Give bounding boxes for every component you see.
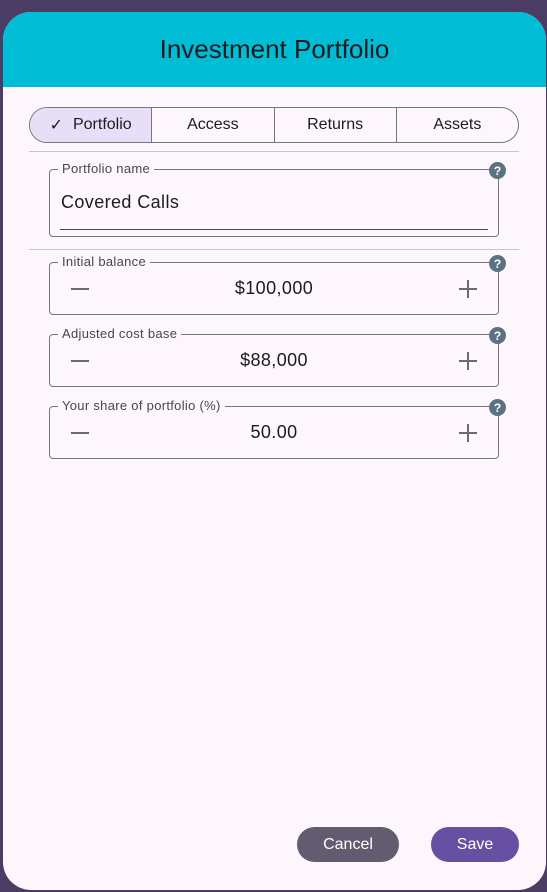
increment-button[interactable] [448,335,488,386]
input-underline [60,229,488,230]
help-icon[interactable]: ? [489,162,506,179]
adjusted-cost-base-value[interactable]: $88,000 [50,335,498,386]
initial-balance-stepper: Initial balance $100,000 ? [49,255,506,315]
tab-assets[interactable]: Assets [395,108,518,142]
divider [29,151,519,152]
plus-icon [459,279,477,298]
portfolio-name-field[interactable]: Portfolio name Covered Calls ? [49,162,506,237]
check-icon: ✓ [49,117,63,134]
plus-icon [459,423,477,442]
tab-label: Access [187,116,239,133]
increment-button[interactable] [448,263,488,314]
help-icon[interactable]: ? [489,399,506,416]
share-of-portfolio-value[interactable]: 50.00 [50,407,498,458]
help-icon[interactable]: ? [489,255,506,272]
adjusted-cost-base-stepper: Adjusted cost base $88,000 ? [49,327,506,387]
divider [29,249,519,250]
increment-button[interactable] [448,407,488,458]
share-of-portfolio-stepper: Your share of portfolio (%) 50.00 ? [49,399,506,459]
dialog-title: Investment Portfolio [159,34,390,64]
tab-label: Assets [433,116,482,133]
tab-segmented-control: ✓ Portfolio Access Returns Assets [29,107,519,143]
portfolio-name-label: Portfolio name [58,162,155,176]
save-button[interactable]: Save [431,827,519,862]
tab-label: Returns [307,116,364,133]
tab-access[interactable]: Access [151,108,273,142]
cancel-button[interactable]: Cancel [297,827,399,862]
investment-portfolio-dialog: Investment Portfolio ✓ Portfolio Access … [3,12,546,890]
tab-label: Portfolio [72,116,132,133]
dialog-header: Investment Portfolio [3,12,546,87]
portfolio-name-value[interactable]: Covered Calls [61,192,179,213]
tab-returns[interactable]: Returns [273,108,396,142]
tab-portfolio[interactable]: ✓ Portfolio [30,108,152,142]
initial-balance-value[interactable]: $100,000 [50,263,498,314]
help-icon[interactable]: ? [489,327,506,344]
plus-icon [459,351,477,370]
